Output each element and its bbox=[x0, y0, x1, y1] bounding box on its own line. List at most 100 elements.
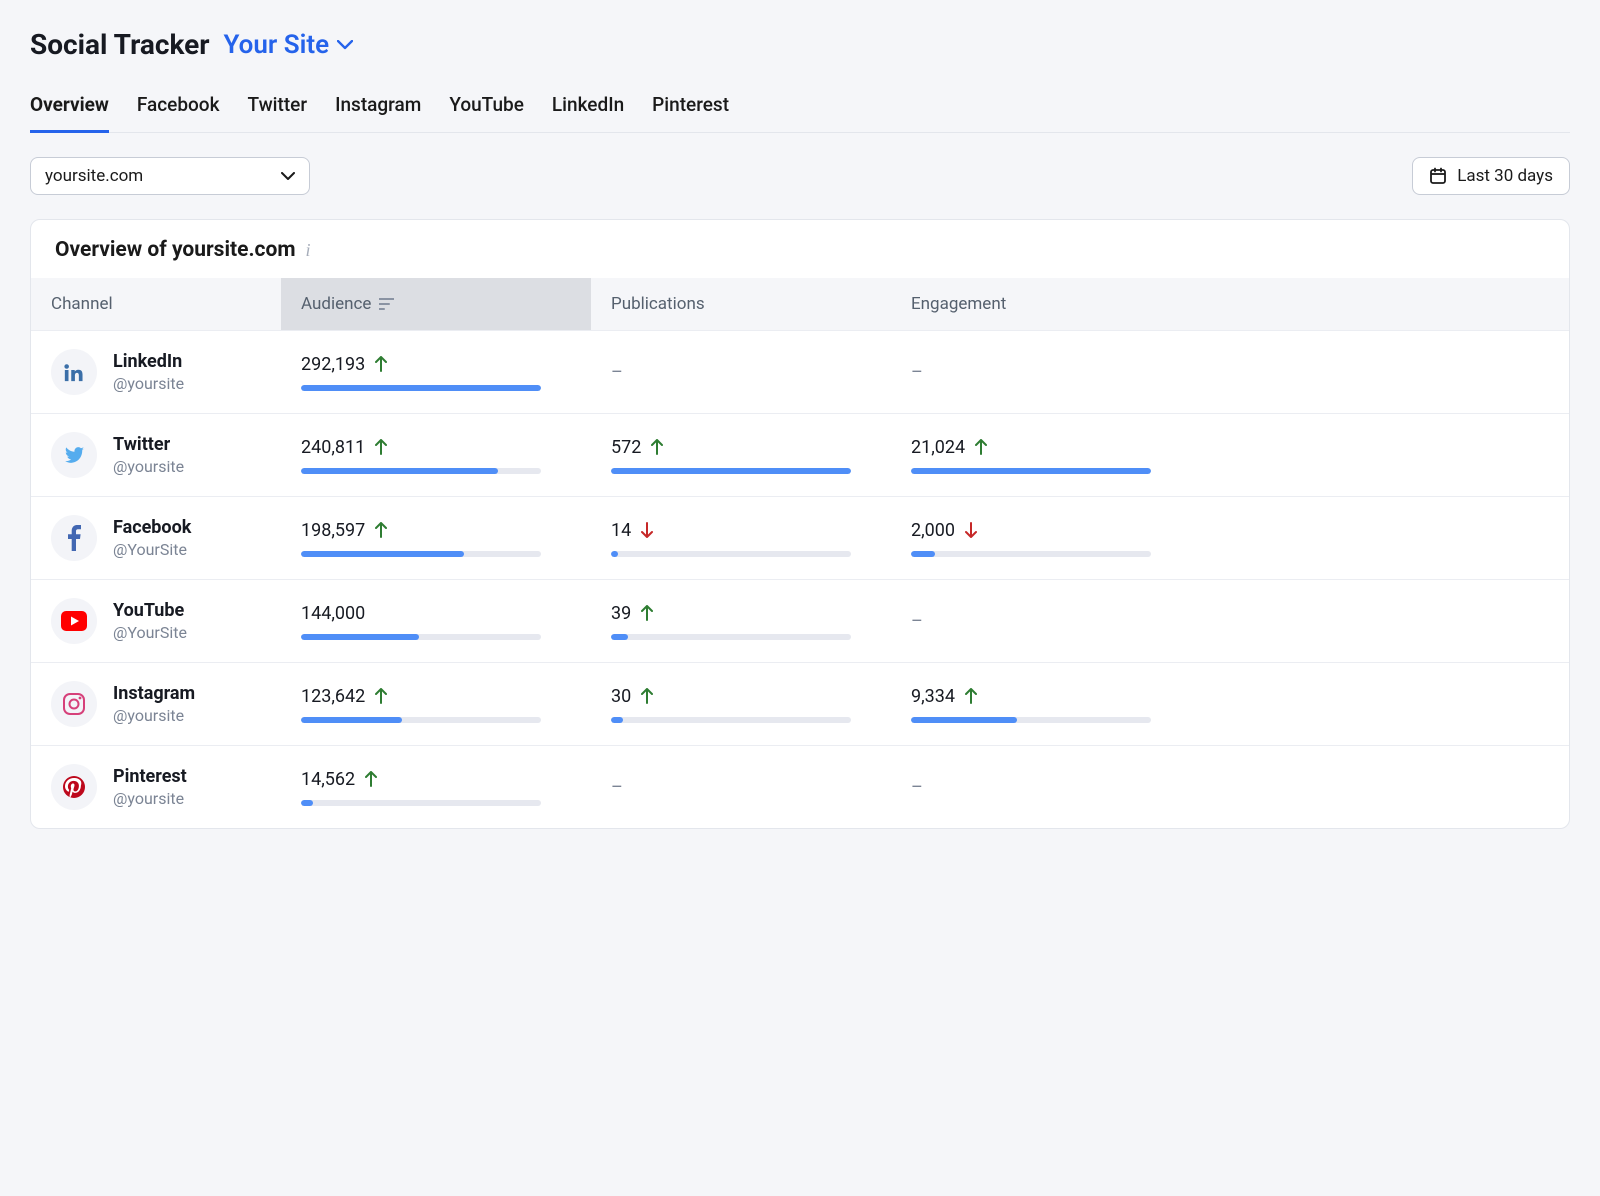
channel-cell[interactable]: Pinterest@yoursite bbox=[31, 760, 281, 814]
channel-cell[interactable]: LinkedIn@yoursite bbox=[31, 345, 281, 399]
audience-value: 292,193 bbox=[301, 354, 365, 375]
channel-handle: @yoursite bbox=[113, 706, 195, 725]
engagement-value: 2,000 bbox=[911, 520, 955, 541]
audience-value: 198,597 bbox=[301, 520, 365, 541]
site-select-value: yoursite.com bbox=[45, 166, 143, 186]
tab-instagram[interactable]: Instagram bbox=[335, 87, 421, 133]
audience-bar bbox=[301, 468, 541, 474]
table-row: Pinterest@yoursite 14,562 –– bbox=[31, 745, 1569, 828]
col-channel[interactable]: Channel bbox=[31, 278, 281, 330]
publications-cell: – bbox=[591, 345, 891, 399]
tab-facebook[interactable]: Facebook bbox=[137, 87, 220, 133]
channel-cell[interactable]: Twitter@yoursite bbox=[31, 428, 281, 482]
audience-value: 240,811 bbox=[301, 437, 365, 458]
engagement-value-row: 9,334 bbox=[911, 686, 1549, 707]
table-row: Facebook @YourSite 198,597 14 2,000 bbox=[31, 496, 1569, 579]
table-row: Twitter@yoursite 240,811 572 21,024 bbox=[31, 413, 1569, 496]
publications-cell: 14 bbox=[591, 511, 891, 565]
date-range-select[interactable]: Last 30 days bbox=[1412, 157, 1570, 195]
engagement-cell: – bbox=[891, 760, 1569, 814]
publications-value-row: 39 bbox=[611, 603, 871, 624]
audience-value-row: 198,597 bbox=[301, 520, 571, 541]
panel-title-row: Overview of yoursite.com i bbox=[31, 220, 1569, 278]
site-name: Your Site bbox=[224, 30, 330, 60]
arrow-up-icon bbox=[651, 439, 663, 455]
audience-bar bbox=[301, 717, 541, 723]
channel-cell[interactable]: Facebook @YourSite bbox=[31, 511, 281, 565]
arrow-up-icon bbox=[365, 771, 377, 787]
audience-value-row: 240,811 bbox=[301, 437, 571, 458]
titlebar: Social Tracker Your Site bbox=[30, 28, 1570, 61]
audience-cell: 198,597 bbox=[281, 511, 591, 565]
table-row: LinkedIn@yoursite 292,193 – – bbox=[31, 330, 1569, 413]
col-engagement[interactable]: Engagement bbox=[891, 278, 1569, 330]
channel-name: Pinterest bbox=[113, 766, 187, 787]
arrow-up-icon bbox=[375, 522, 387, 538]
overview-panel: Overview of yoursite.com i Channel Audie… bbox=[30, 219, 1570, 829]
site-dropdown[interactable]: Your Site bbox=[224, 30, 354, 60]
audience-cell: 14,562 bbox=[281, 760, 591, 814]
page-title: Social Tracker bbox=[30, 28, 210, 61]
publications-bar bbox=[611, 551, 851, 557]
publications-bar bbox=[611, 468, 851, 474]
audience-value-row: 292,193 bbox=[301, 354, 571, 375]
table-body: LinkedIn@yoursite292,193––Twitter@yoursi… bbox=[31, 330, 1569, 828]
table-row: YouTube@YourSite 144,000 39 – bbox=[31, 579, 1569, 662]
arrow-up-icon bbox=[375, 356, 387, 372]
engagement-cell: – bbox=[891, 345, 1569, 399]
tab-pinterest[interactable]: Pinterest bbox=[652, 87, 729, 133]
audience-value: 14,562 bbox=[301, 769, 355, 790]
tab-overview[interactable]: Overview bbox=[30, 87, 109, 133]
publications-value-row: 572 bbox=[611, 437, 871, 458]
chevron-down-icon bbox=[281, 172, 295, 181]
calendar-icon bbox=[1429, 167, 1447, 185]
engagement-cell: 2,000 bbox=[891, 511, 1569, 565]
facebook-icon bbox=[51, 515, 97, 561]
channel-cell[interactable]: YouTube@YourSite bbox=[31, 594, 281, 648]
col-publications[interactable]: Publications bbox=[591, 278, 891, 330]
tab-youtube[interactable]: YouTube bbox=[449, 87, 524, 133]
audience-value: 123,642 bbox=[301, 686, 365, 707]
engagement-value: – bbox=[911, 611, 1549, 632]
publications-value: – bbox=[611, 777, 871, 798]
tab-twitter[interactable]: Twitter bbox=[248, 87, 308, 133]
publications-value: – bbox=[611, 362, 871, 383]
publications-value-row: 30 bbox=[611, 686, 871, 707]
engagement-bar bbox=[911, 717, 1151, 723]
channel-name: Facebook bbox=[113, 517, 191, 538]
engagement-bar bbox=[911, 468, 1151, 474]
publications-cell: 30 bbox=[591, 677, 891, 731]
arrow-up-icon bbox=[975, 439, 987, 455]
audience-cell: 123,642 bbox=[281, 677, 591, 731]
audience-value-row: 123,642 bbox=[301, 686, 571, 707]
audience-bar bbox=[301, 385, 541, 391]
engagement-value: 21,024 bbox=[911, 437, 965, 458]
arrow-up-icon bbox=[641, 688, 653, 704]
table-header: Channel Audience Publications Engagement bbox=[31, 278, 1569, 330]
audience-bar bbox=[301, 551, 541, 557]
audience-cell: 240,811 bbox=[281, 428, 591, 482]
instagram-icon bbox=[51, 681, 97, 727]
audience-cell: 292,193 bbox=[281, 345, 591, 399]
channel-handle: @YourSite bbox=[113, 623, 187, 642]
engagement-bar bbox=[911, 551, 1151, 557]
info-icon[interactable]: i bbox=[306, 240, 311, 261]
sort-icon bbox=[379, 298, 394, 310]
engagement-cell: – bbox=[891, 594, 1569, 648]
publications-cell: – bbox=[591, 760, 891, 814]
channel-cell[interactable]: Instagram @yoursite bbox=[31, 677, 281, 731]
audience-bar bbox=[301, 634, 541, 640]
publications-value: 572 bbox=[611, 437, 641, 458]
channel-handle: @YourSite bbox=[113, 540, 191, 559]
publications-bar bbox=[611, 634, 851, 640]
publications-cell: 39 bbox=[591, 594, 891, 648]
engagement-value: – bbox=[911, 362, 1549, 383]
arrow-up-icon bbox=[375, 688, 387, 704]
site-select[interactable]: yoursite.com bbox=[30, 157, 310, 195]
col-audience[interactable]: Audience bbox=[281, 278, 591, 330]
channel-name: Instagram bbox=[113, 683, 195, 704]
publications-cell: 572 bbox=[591, 428, 891, 482]
controls-row: yoursite.com Last 30 days bbox=[30, 157, 1570, 195]
tab-linkedin[interactable]: LinkedIn bbox=[552, 87, 624, 133]
audience-value: 144,000 bbox=[301, 603, 365, 624]
